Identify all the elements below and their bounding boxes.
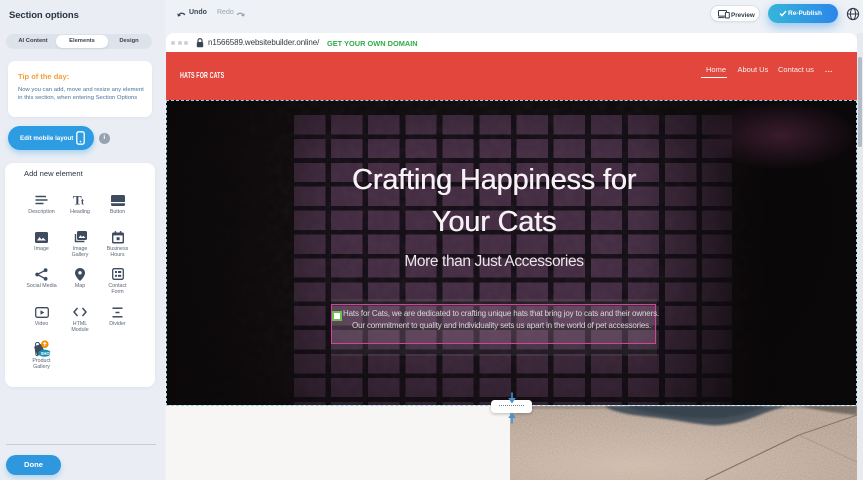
- svg-text:t: t: [81, 197, 84, 207]
- svg-text:SHOP: SHOP: [40, 351, 51, 356]
